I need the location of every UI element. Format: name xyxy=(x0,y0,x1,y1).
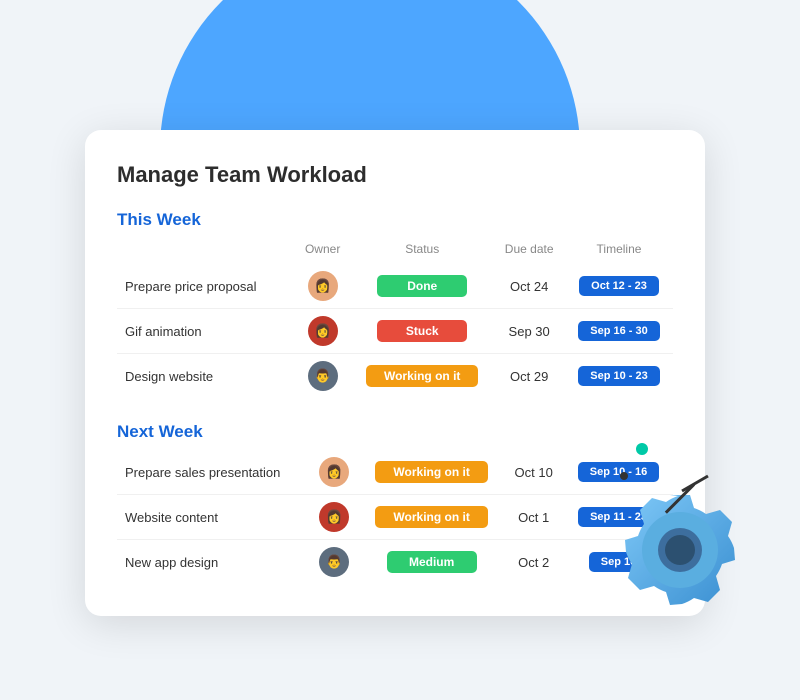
owner-avatar: 👩 xyxy=(308,271,338,301)
col-header-status: Status xyxy=(351,238,493,264)
table-row: Prepare price proposal 👩 Done Oct 24 Oct 12 … xyxy=(117,264,673,309)
section-table-0: OwnerStatusDue dateTimelinePrepare price… xyxy=(117,238,673,398)
timeline-cell: Sep 16 - 30 xyxy=(565,309,673,354)
col-header-due-date: Due date xyxy=(493,238,565,264)
status-badge: Working on it xyxy=(366,365,478,387)
teal-dot-decoration xyxy=(636,443,648,455)
col-header-owner: Owner xyxy=(294,238,351,264)
due-date-cell: Oct 2 xyxy=(503,540,564,585)
task-name-cell: Prepare sales presentation xyxy=(117,450,308,495)
task-name-cell: Prepare price proposal xyxy=(117,264,294,309)
status-badge: Working on it xyxy=(375,506,487,528)
table-row: Gif animation 👩 Stuck Sep 30 Sep 16 - 30 xyxy=(117,309,673,354)
section-label-1: Next Week xyxy=(117,422,673,442)
owner-cell: 👩 xyxy=(308,495,359,540)
col-header-timeline: Timeline xyxy=(565,238,673,264)
owner-cell: 👩 xyxy=(308,450,359,495)
timeline-badge: Oct 12 - 23 xyxy=(579,276,659,296)
owner-cell: 👩 xyxy=(294,264,351,309)
timeline-badge: Sep 16 - 30 xyxy=(578,321,659,341)
owner-cell: 👨 xyxy=(294,354,351,399)
status-cell: Working on it xyxy=(351,354,493,399)
due-date-cell: Oct 24 xyxy=(493,264,565,309)
status-cell: Done xyxy=(351,264,493,309)
status-badge: Working on it xyxy=(375,461,487,483)
section-label-0: This Week xyxy=(117,210,673,230)
timeline-cell: Oct 12 - 23 xyxy=(565,264,673,309)
status-cell: Working on it xyxy=(360,450,504,495)
owner-avatar: 👩 xyxy=(319,502,349,532)
col-header- xyxy=(117,238,294,264)
status-badge: Done xyxy=(377,275,467,297)
due-date-cell: Oct 10 xyxy=(503,450,564,495)
owner-avatar: 👩 xyxy=(319,457,349,487)
status-badge: Stuck xyxy=(377,320,467,342)
status-badge: Medium xyxy=(387,551,477,573)
owner-avatar: 👩 xyxy=(308,316,338,346)
gear-icon xyxy=(590,460,770,640)
task-name-cell: Design website xyxy=(117,354,294,399)
table-row: Design website 👨 Working on it Oct 29 Sep 10… xyxy=(117,354,673,399)
timeline-cell: Sep 10 - 23 xyxy=(565,354,673,399)
due-date-cell: Sep 30 xyxy=(493,309,565,354)
owner-avatar: 👨 xyxy=(308,361,338,391)
task-name-cell: Website content xyxy=(117,495,308,540)
owner-avatar: 👨 xyxy=(319,547,349,577)
timeline-badge: Sep 10 - 23 xyxy=(578,366,659,386)
due-date-cell: Oct 29 xyxy=(493,354,565,399)
task-name-cell: Gif animation xyxy=(117,309,294,354)
owner-cell: 👨 xyxy=(308,540,359,585)
status-cell: Medium xyxy=(360,540,504,585)
status-cell: Stuck xyxy=(351,309,493,354)
task-name-cell: New app design xyxy=(117,540,308,585)
status-cell: Working on it xyxy=(360,495,504,540)
due-date-cell: Oct 1 xyxy=(503,495,564,540)
card-title: Manage Team Workload xyxy=(117,162,673,188)
dark-dot-decoration xyxy=(620,472,628,480)
owner-cell: 👩 xyxy=(294,309,351,354)
